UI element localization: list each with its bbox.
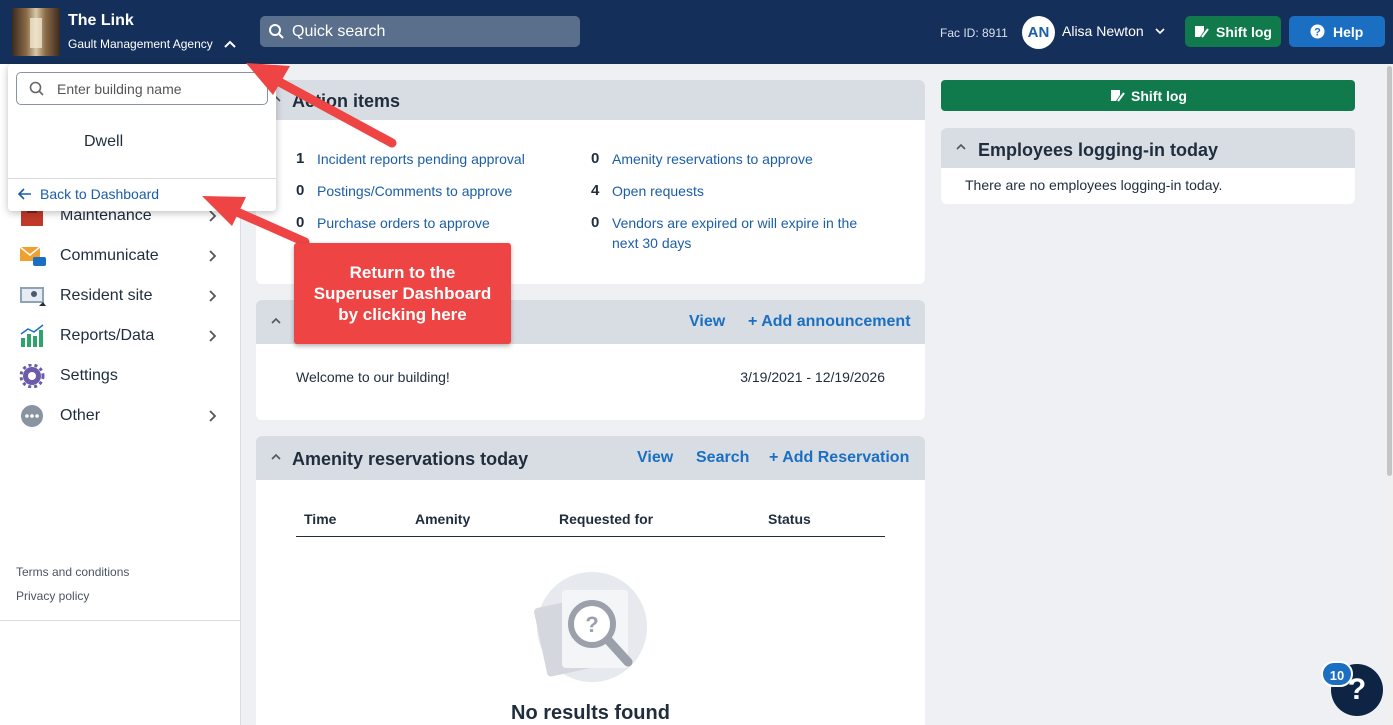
- arrow-to-agency: [246, 63, 397, 148]
- scrollbar-thumb[interactable]: [1387, 66, 1392, 476]
- callout-line: Return to the: [349, 263, 456, 282]
- callout-line: by clicking here: [338, 305, 467, 324]
- callout-line: Superuser Dashboard: [313, 284, 492, 303]
- annotation-arrows: [202, 63, 397, 247]
- help-widget-badge: 10: [1321, 661, 1353, 687]
- annotation-callout: Return to the Superuser Dashboard by cli…: [294, 243, 511, 344]
- arrow-to-back-link: [202, 196, 310, 247]
